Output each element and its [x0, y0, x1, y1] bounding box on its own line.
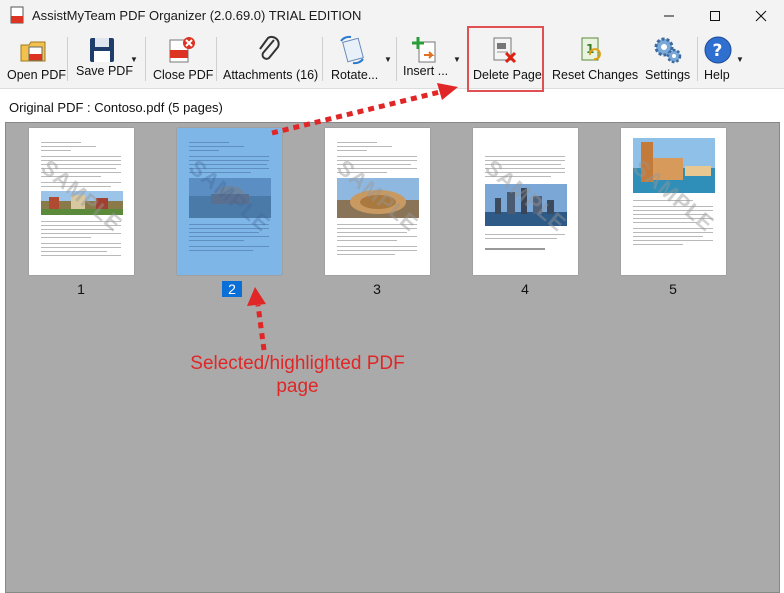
selected-page-annotation: Selected/highlighted PDF page	[190, 353, 405, 397]
arrow-to-selected-page-icon	[247, 287, 267, 351]
arrow-to-delete-page-icon	[271, 83, 458, 136]
annotation-arrows	[247, 83, 458, 351]
